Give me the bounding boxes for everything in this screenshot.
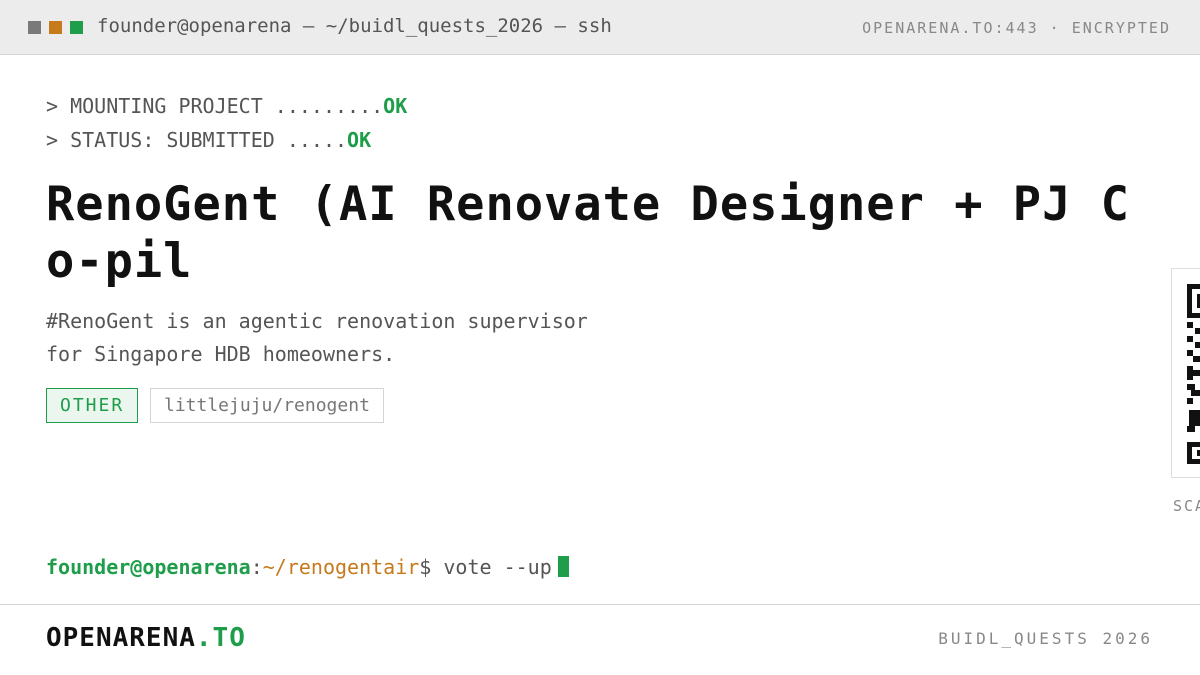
prompt-command[interactable]: vote --up [443,555,551,579]
window-dot-green[interactable] [70,21,83,34]
brand-logo[interactable]: OPENARENA.TO [46,623,246,653]
event-label: BUIDL_QUESTS 2026 [938,629,1153,648]
terminal-prompt[interactable]: founder@openarena:~/renogentair$ vote --… [46,555,569,579]
boot-line-text: > STATUS: SUBMITTED ..... [46,128,348,152]
title-bar: founder@openarena — ~/buidl_quests_2026 … [0,0,1200,55]
brand-name: OPENARENA [46,623,196,653]
prompt-separator: : [250,555,263,579]
qr-scan-label: SCAN [1173,497,1200,515]
window-dot-gray[interactable] [28,21,41,34]
qr-code [1171,268,1200,478]
category-badge: OTHER [46,388,139,423]
boot-line-status-submitted: > STATUS: SUBMITTED .....OK [46,128,371,152]
project-title: RenoGent (AI Renovate Designer + PJ Co-p… [46,177,1130,289]
window-title: founder@openarena — ~/buidl_quests_2026 … [97,15,612,37]
boot-line-text: > MOUNTING PROJECT ......... [46,94,384,118]
brand-tld: .TO [195,623,246,653]
text-cursor [557,556,569,577]
window-dot-orange[interactable] [49,21,62,34]
connection-status: OPENARENA.TO:443 · ENCRYPTED [862,19,1171,37]
boot-line-status: OK [383,94,408,118]
qr-code-icon [1187,284,1200,464]
boot-line-mounting: > MOUNTING PROJECT .........OK [46,94,407,118]
repo-link[interactable]: littlejuju/renogent [150,388,384,423]
project-description: #RenoGent is an agentic renovation super… [46,309,588,366]
prompt-user: founder@openarena [46,555,251,579]
prompt-path: ~/renogentair [262,555,420,579]
prompt-dollar: $ [419,555,432,579]
footer: OPENARENA.TO BUIDL_QUESTS 2026 [0,604,1200,675]
boot-line-status: OK [347,128,372,152]
